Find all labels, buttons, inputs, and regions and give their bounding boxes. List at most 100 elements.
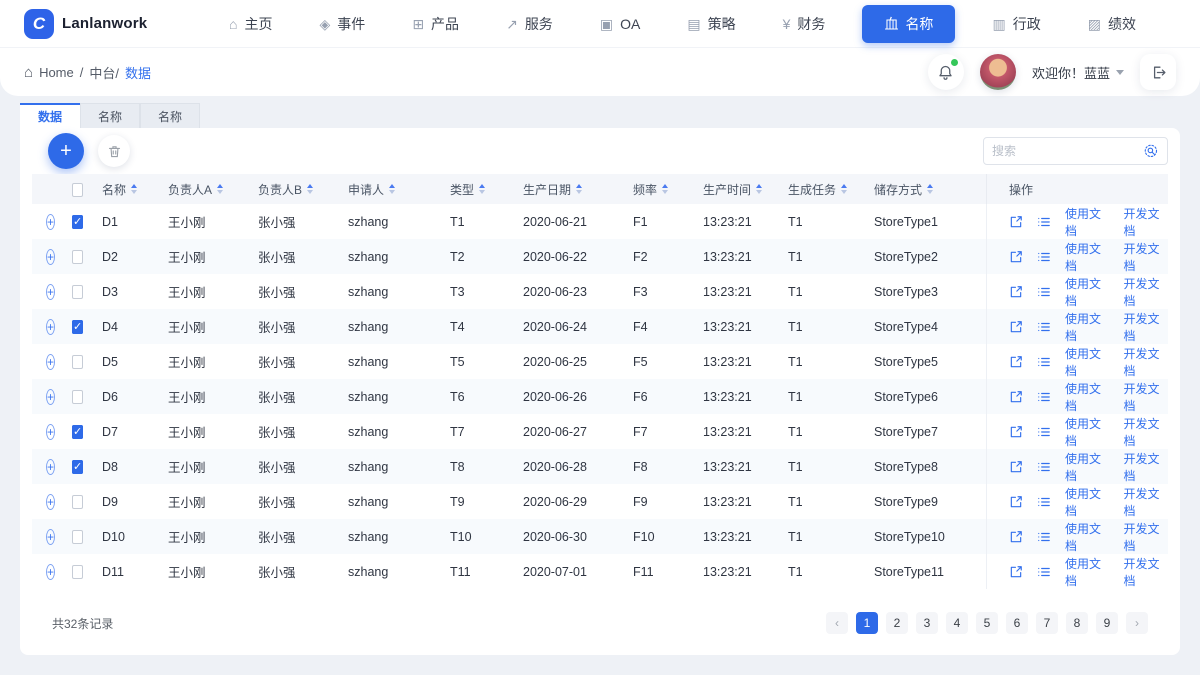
nav-item[interactable]: ▣ OA bbox=[590, 9, 650, 39]
sort-icon[interactable] bbox=[662, 184, 669, 194]
nav-item[interactable]: ◈ 事件 bbox=[310, 7, 376, 41]
sort-icon[interactable] bbox=[756, 184, 763, 194]
usage-doc-link[interactable]: 使用文档 bbox=[1065, 240, 1110, 274]
edit-icon[interactable] bbox=[1009, 215, 1023, 229]
page-button[interactable]: 2 bbox=[886, 612, 908, 634]
expand-row-icon[interactable]: + bbox=[46, 423, 56, 440]
edit-icon[interactable] bbox=[1009, 460, 1023, 474]
expand-row-icon[interactable]: + bbox=[46, 283, 56, 300]
expand-row-icon[interactable]: + bbox=[46, 458, 56, 475]
avatar[interactable] bbox=[979, 54, 1016, 90]
notifications-button[interactable] bbox=[927, 54, 964, 90]
brand-logo[interactable]: C Lanlanwork bbox=[24, 8, 164, 39]
nav-item[interactable]: ⊞ 产品 bbox=[402, 7, 469, 41]
tab[interactable]: 名称 bbox=[140, 103, 200, 128]
page-button[interactable]: 6 bbox=[1006, 612, 1028, 634]
breadcrumb-root[interactable]: Home bbox=[39, 65, 74, 80]
dev-doc-link[interactable]: 开发文档 bbox=[1124, 485, 1169, 519]
tab[interactable]: 数据 bbox=[20, 103, 80, 128]
next-page-button[interactable]: › bbox=[1126, 612, 1148, 634]
list-icon[interactable] bbox=[1037, 285, 1051, 299]
list-icon[interactable] bbox=[1037, 460, 1051, 474]
breadcrumb-section[interactable]: 中台/ bbox=[89, 63, 119, 82]
dev-doc-link[interactable]: 开发文档 bbox=[1124, 275, 1169, 309]
row-checkbox[interactable]: ✓ bbox=[72, 425, 84, 439]
expand-row-icon[interactable]: + bbox=[46, 213, 56, 230]
row-checkbox[interactable]: ✓ bbox=[72, 215, 84, 229]
nav-item[interactable]: ↗ 服务 bbox=[496, 7, 563, 41]
sort-icon[interactable] bbox=[479, 184, 486, 194]
add-button[interactable]: + bbox=[48, 133, 84, 169]
column-header[interactable]: 频率 bbox=[633, 181, 657, 198]
page-button[interactable]: 4 bbox=[946, 612, 968, 634]
usage-doc-link[interactable]: 使用文档 bbox=[1065, 450, 1110, 484]
edit-icon[interactable] bbox=[1009, 390, 1023, 404]
expand-row-icon[interactable]: + bbox=[46, 248, 56, 265]
sort-icon[interactable] bbox=[389, 184, 396, 194]
column-header[interactable]: 储存方式 bbox=[874, 181, 922, 198]
nav-item[interactable]: ▨ 绩效 bbox=[1078, 7, 1146, 41]
column-header[interactable]: 负责人B bbox=[258, 181, 302, 198]
breadcrumb-current[interactable]: 数据 bbox=[125, 63, 151, 82]
row-checkbox[interactable]: ✓ bbox=[72, 530, 84, 544]
usage-doc-link[interactable]: 使用文档 bbox=[1065, 205, 1110, 239]
expand-row-icon[interactable]: + bbox=[46, 563, 56, 580]
search-icon[interactable] bbox=[1144, 144, 1159, 159]
dev-doc-link[interactable]: 开发文档 bbox=[1124, 450, 1169, 484]
select-all-checkbox[interactable]: ✓ bbox=[72, 182, 84, 197]
nav-item[interactable]: ¥ 财务 bbox=[773, 7, 836, 41]
usage-doc-link[interactable]: 使用文档 bbox=[1065, 380, 1110, 414]
expand-row-icon[interactable]: + bbox=[46, 318, 56, 335]
sort-icon[interactable] bbox=[217, 184, 224, 194]
dev-doc-link[interactable]: 开发文档 bbox=[1124, 205, 1169, 239]
tab[interactable]: 名称 bbox=[80, 103, 140, 128]
expand-row-icon[interactable]: + bbox=[46, 353, 56, 370]
list-icon[interactable] bbox=[1037, 390, 1051, 404]
edit-icon[interactable] bbox=[1009, 355, 1023, 369]
usage-doc-link[interactable]: 使用文档 bbox=[1065, 555, 1110, 589]
list-icon[interactable] bbox=[1037, 215, 1051, 229]
edit-icon[interactable] bbox=[1009, 285, 1023, 299]
usage-doc-link[interactable]: 使用文档 bbox=[1065, 310, 1110, 344]
edit-icon[interactable] bbox=[1009, 530, 1023, 544]
usage-doc-link[interactable]: 使用文档 bbox=[1065, 345, 1110, 379]
dev-doc-link[interactable]: 开发文档 bbox=[1124, 555, 1169, 589]
nav-item[interactable]: ▤ 策略 bbox=[677, 7, 745, 41]
column-header[interactable]: 生产日期 bbox=[523, 181, 571, 198]
usage-doc-link[interactable]: 使用文档 bbox=[1065, 520, 1110, 554]
dev-doc-link[interactable]: 开发文档 bbox=[1124, 520, 1169, 554]
delete-button[interactable] bbox=[98, 135, 130, 167]
row-checkbox[interactable]: ✓ bbox=[72, 355, 84, 369]
edit-icon[interactable] bbox=[1009, 320, 1023, 334]
home-icon[interactable]: ⌂ bbox=[24, 64, 33, 81]
expand-row-icon[interactable]: + bbox=[46, 528, 56, 545]
page-button[interactable]: 8 bbox=[1066, 612, 1088, 634]
sort-icon[interactable] bbox=[131, 184, 138, 194]
dev-doc-link[interactable]: 开发文档 bbox=[1124, 240, 1169, 274]
edit-icon[interactable] bbox=[1009, 425, 1023, 439]
nav-item[interactable]: ⌂ 主页 bbox=[219, 7, 282, 41]
expand-row-icon[interactable]: + bbox=[46, 493, 56, 510]
list-icon[interactable] bbox=[1037, 495, 1051, 509]
dev-doc-link[interactable]: 开发文档 bbox=[1124, 345, 1169, 379]
search-input[interactable] bbox=[992, 144, 1138, 158]
dev-doc-link[interactable]: 开发文档 bbox=[1124, 380, 1169, 414]
list-icon[interactable] bbox=[1037, 530, 1051, 544]
row-checkbox[interactable]: ✓ bbox=[72, 460, 84, 474]
edit-icon[interactable] bbox=[1009, 565, 1023, 579]
row-checkbox[interactable]: ✓ bbox=[72, 495, 84, 509]
sort-icon[interactable] bbox=[576, 184, 583, 194]
row-checkbox[interactable]: ✓ bbox=[72, 285, 84, 299]
nav-item[interactable]: 血 名称 bbox=[862, 4, 956, 43]
page-button[interactable]: 7 bbox=[1036, 612, 1058, 634]
sort-icon[interactable] bbox=[841, 184, 848, 194]
usage-doc-link[interactable]: 使用文档 bbox=[1065, 275, 1110, 309]
column-header[interactable]: 负责人A bbox=[168, 181, 212, 198]
column-header[interactable]: 类型 bbox=[450, 181, 474, 198]
page-button[interactable]: 9 bbox=[1096, 612, 1118, 634]
usage-doc-link[interactable]: 使用文档 bbox=[1065, 415, 1110, 449]
dev-doc-link[interactable]: 开发文档 bbox=[1124, 415, 1169, 449]
sort-icon[interactable] bbox=[307, 184, 314, 194]
logout-button[interactable] bbox=[1140, 54, 1176, 90]
row-checkbox[interactable]: ✓ bbox=[72, 250, 84, 264]
